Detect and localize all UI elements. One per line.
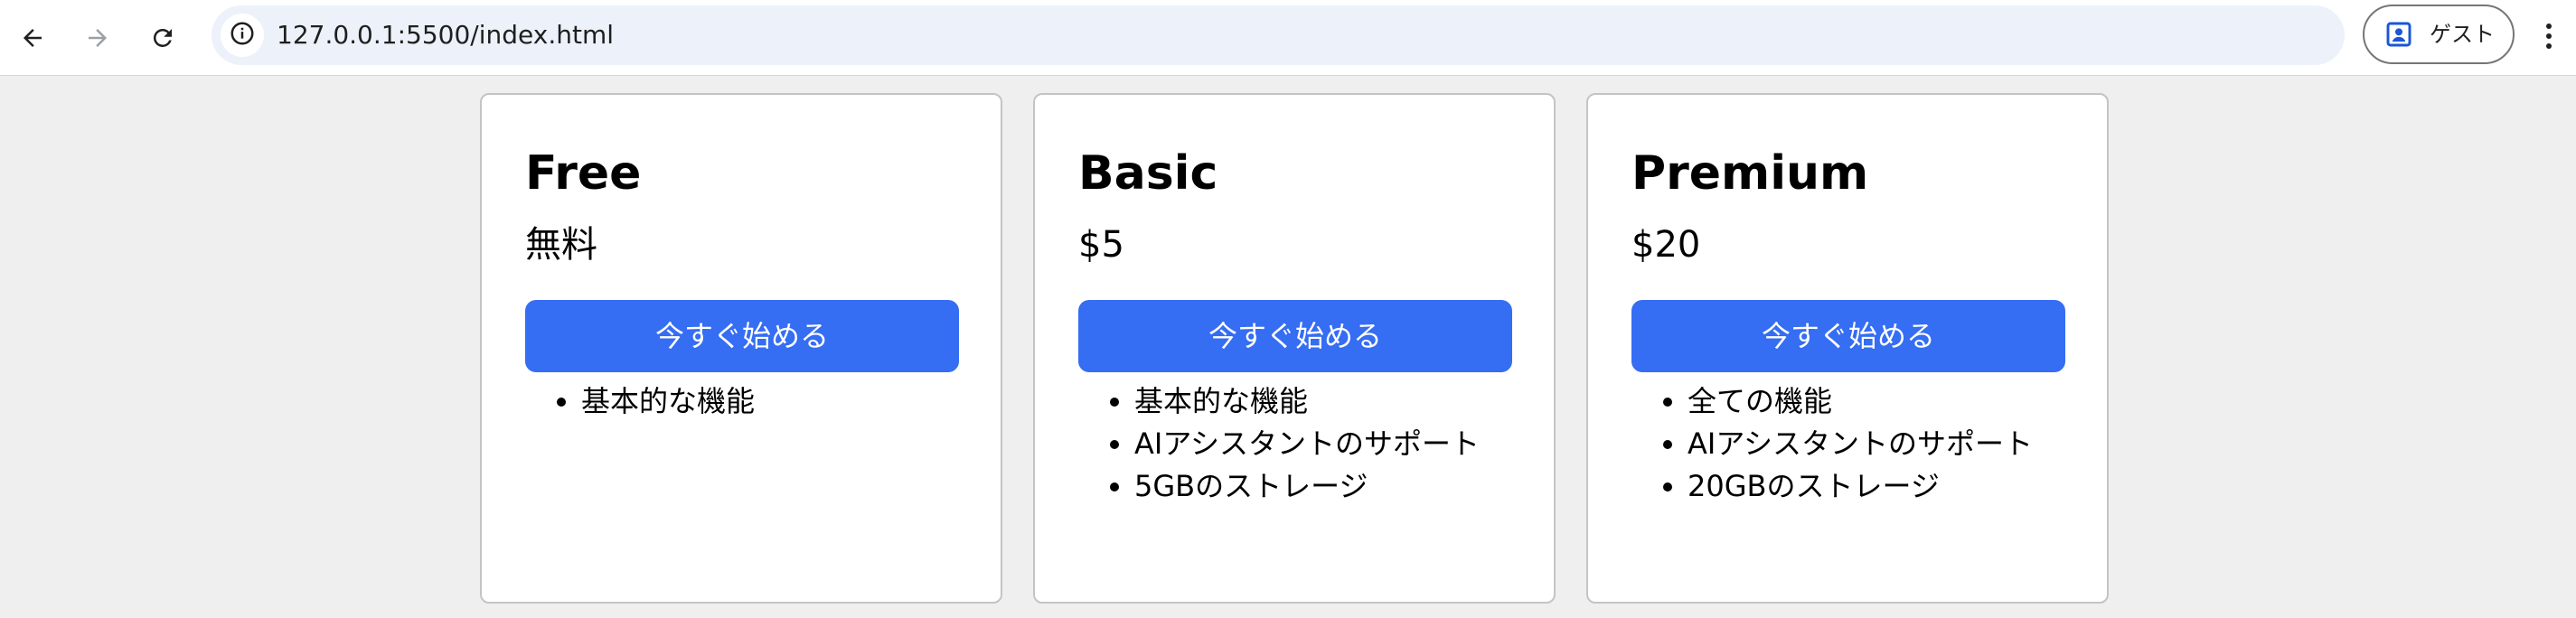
feature-list: 基本的な機能	[554, 380, 755, 423]
plan-title: Premium	[1631, 146, 1869, 201]
back-button[interactable]	[7, 13, 58, 63]
more-menu-icon	[2544, 22, 2553, 54]
plan-card-premium: Premium $20 今すぐ始める 全ての機能 AIアシスタントのサポート 2…	[1586, 93, 2109, 604]
browser-toolbar: 127.0.0.1:5500/index.html ゲスト	[0, 0, 2576, 76]
feature-item: AIアシスタントのサポート	[1134, 423, 1480, 465]
profile-icon	[2386, 22, 2411, 47]
more-menu-button[interactable]	[2531, 13, 2567, 63]
plan-title: Basic	[1078, 146, 1218, 201]
profile-button[interactable]: ゲスト	[2363, 5, 2515, 64]
feature-item: 5GBのストレージ	[1134, 465, 1480, 508]
plan-price: $5	[1078, 224, 1124, 266]
reload-button[interactable]	[137, 13, 188, 63]
get-started-button[interactable]: 今すぐ始める	[525, 300, 959, 372]
site-info-button[interactable]	[221, 14, 264, 57]
site-info-icon	[229, 20, 256, 51]
get-started-button[interactable]: 今すぐ始める	[1078, 300, 1512, 372]
reload-icon	[149, 24, 176, 52]
url-text[interactable]: 127.0.0.1:5500/index.html	[277, 5, 614, 65]
feature-item: 20GBのストレージ	[1688, 465, 2033, 508]
feature-item: AIアシスタントのサポート	[1688, 423, 2033, 465]
address-bar[interactable]: 127.0.0.1:5500/index.html	[212, 5, 2345, 65]
get-started-button[interactable]: 今すぐ始める	[1631, 300, 2065, 372]
plan-price: $20	[1631, 224, 1701, 266]
back-icon	[19, 24, 46, 52]
feature-list: 基本的な機能 AIアシスタントのサポート 5GBのストレージ	[1107, 380, 1480, 508]
plan-price: 無料	[525, 224, 597, 266]
plan-card-basic: Basic $5 今すぐ始める 基本的な機能 AIアシスタントのサポート 5GB…	[1033, 93, 1556, 604]
feature-item: 全ての機能	[1688, 380, 2033, 423]
profile-label: ゲスト	[2430, 22, 2495, 47]
feature-item: 基本的な機能	[581, 380, 755, 423]
feature-item: 基本的な機能	[1134, 380, 1480, 423]
plan-card-free: Free 無料 今すぐ始める 基本的な機能	[480, 93, 1002, 604]
forward-button[interactable]	[72, 13, 123, 63]
feature-list: 全ての機能 AIアシスタントのサポート 20GBのストレージ	[1660, 380, 2033, 508]
plan-title: Free	[525, 146, 642, 201]
forward-icon	[84, 24, 111, 52]
